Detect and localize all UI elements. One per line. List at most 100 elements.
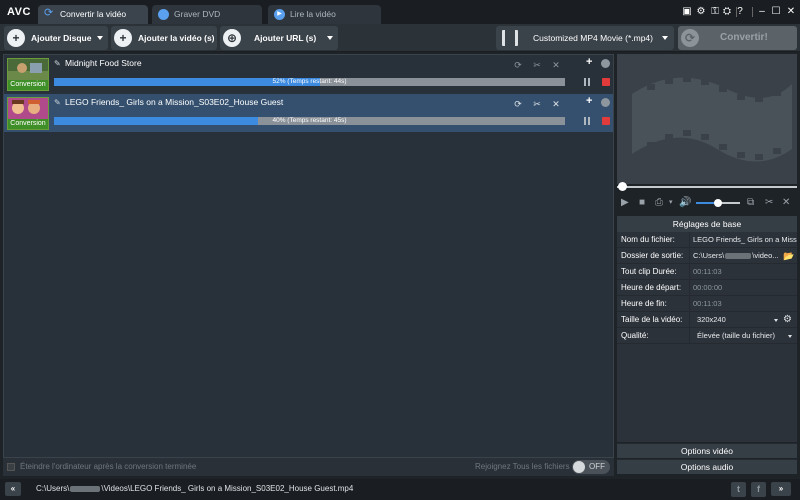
setting-row-output-folder: Dossier de sortie: C:\Users\ \video... 📂 — [617, 248, 797, 264]
film-icon — [502, 30, 518, 46]
setting-key: Tout clip Durée: — [621, 267, 677, 276]
progress-text: 52% (Temps restant: 44s) — [272, 78, 347, 85]
basic-settings-panel: Réglages de base Nom du fichier: LEGO Fr… — [617, 216, 797, 442]
output-format-select[interactable]: Customized MP4 Movie (*.mp4) — [496, 26, 674, 50]
pause-icon[interactable] — [583, 78, 591, 86]
edit-tools-icon[interactable]: ✂ — [532, 60, 542, 70]
facebook-icon[interactable]: f — [751, 482, 766, 497]
title-bar: AVC ⟳ Convertir la vidéo Graver DVD ▶ Li… — [0, 0, 800, 24]
stop-icon[interactable] — [602, 78, 610, 86]
add-icon[interactable]: + — [586, 95, 592, 107]
close-icon[interactable]: ✕ — [784, 4, 798, 20]
refresh-icon[interactable]: ⟳ — [513, 99, 523, 109]
add-disc-button[interactable]: + Ajouter Disque — [4, 26, 108, 50]
stop-icon[interactable] — [602, 117, 610, 125]
register-icon[interactable]: ▣ — [680, 4, 694, 20]
help-icon[interactable]: ? — [733, 4, 747, 20]
expand-right-button[interactable]: » — [771, 482, 791, 496]
twitter-icon[interactable]: t — [731, 482, 746, 497]
play-icon[interactable]: ▶ — [621, 197, 629, 209]
stop-icon[interactable]: ■ — [639, 197, 645, 209]
seek-bar[interactable] — [617, 182, 797, 192]
gear-icon[interactable]: ⚙ — [694, 4, 708, 20]
tab-convert-video[interactable]: ⟳ Convertir la vidéo — [38, 5, 148, 24]
refresh-icon: ⟳ — [44, 7, 54, 19]
output-folder-field[interactable]: C:\Users\ \video... — [693, 248, 797, 264]
add-icon[interactable]: + — [586, 56, 592, 68]
divider — [689, 328, 690, 344]
status-dot-icon[interactable] — [601, 98, 610, 107]
player-controls: ▶ ■ ⎙ ▾ 🔊 ⧉ ✂ ✕ — [617, 194, 797, 212]
effects-icon[interactable]: ✕ — [551, 99, 561, 109]
tab-play-video[interactable]: ▶ Lire la vidéo — [268, 5, 381, 24]
chevron-down-icon[interactable] — [774, 319, 778, 322]
status-dot-icon[interactable] — [601, 59, 610, 68]
setting-row-quality: Qualité: Élevée (taille du fichier) — [617, 328, 797, 344]
scissors-icon[interactable]: ✂ — [765, 197, 773, 209]
divider — [689, 248, 690, 264]
volume-slider[interactable] — [696, 199, 740, 207]
effects-icon[interactable]: ✕ — [782, 197, 790, 209]
disc-add-icon: + — [7, 29, 25, 47]
audio-options-button[interactable]: Options audio — [617, 459, 797, 474]
setting-key: Qualité: — [621, 331, 649, 340]
volume-icon[interactable]: 🔊 — [679, 197, 691, 209]
app-logo: AVC — [7, 6, 31, 18]
toggle-knob — [573, 461, 585, 473]
globe-add-icon: ⊕ — [223, 29, 241, 47]
shutdown-checkbox[interactable] — [7, 463, 15, 471]
convert-button[interactable]: ⟳ Convertir! — [678, 26, 797, 50]
window-controls: ▣ ⚙ ⚿ ⛭ ? – ☐ ✕ — [680, 4, 800, 20]
pause-icon[interactable] — [583, 117, 591, 125]
edit-tools-icon[interactable]: ✂ — [532, 99, 542, 109]
video-options-button[interactable]: Options vidéo — [617, 443, 797, 458]
effects-icon[interactable]: ✕ — [551, 60, 561, 70]
snapshot-icon[interactable]: ⎙ — [655, 197, 663, 209]
collapse-left-button[interactable]: « — [5, 482, 21, 496]
pencil-icon[interactable]: ✎ — [54, 98, 62, 107]
chevron-down-icon[interactable] — [327, 36, 333, 40]
progress-bar: 52% (Temps restant: 44s) — [54, 78, 565, 86]
setting-key: Nom du fichier: — [621, 235, 675, 244]
queue-item[interactable]: Conversion ✎ Midnight Food Store 52% (Te… — [4, 55, 613, 93]
gear-icon[interactable]: ⚙ — [783, 314, 792, 325]
quality-select[interactable]: Élevée (taille du fichier) — [697, 328, 785, 344]
duration-value: 00:11:03 — [693, 267, 722, 276]
setting-key: Heure de départ: — [621, 283, 682, 292]
setting-key: Taille de la vidéo: — [621, 315, 683, 324]
chevron-down-icon[interactable] — [97, 36, 103, 40]
divider — [689, 312, 690, 328]
queue-footer: Éteindre l'ordinateur après la conversio… — [3, 458, 614, 476]
thumbnail-image — [8, 59, 48, 81]
skin-icon[interactable]: ⛭ — [720, 4, 734, 20]
refresh-icon[interactable]: ⟳ — [513, 60, 523, 70]
path-prefix: C:\Users\ — [693, 251, 725, 260]
filename-field[interactable]: LEGO Friends_ Girls on a Mission_S03E02_… — [693, 232, 797, 248]
output-path: C:\Users\ \Videos\LEGO Friends_ Girls on … — [36, 484, 353, 493]
settings-header: Réglages de base — [617, 216, 797, 232]
chevron-down-icon[interactable] — [788, 335, 792, 338]
maximize-icon[interactable]: ☐ — [769, 4, 783, 20]
add-video-button[interactable]: + Ajouter la vidéo (s) — [111, 26, 217, 50]
redacted-username — [725, 253, 752, 260]
queue-item[interactable]: Conversion ✎ LEGO Friends_ Girls on a Mi… — [4, 94, 613, 132]
button-label: Ajouter la vidéo (s) — [138, 33, 215, 43]
volume-knob[interactable] — [714, 199, 722, 207]
divider — [689, 264, 690, 280]
toggle-state: OFF — [589, 462, 605, 471]
divider — [689, 232, 690, 248]
chevron-down-icon[interactable]: ▾ — [669, 197, 673, 209]
start-time-field[interactable]: 00:00:00 — [693, 280, 797, 296]
copy-icon[interactable]: ⧉ — [747, 197, 754, 209]
add-url-button[interactable]: ⊕ Ajouter URL (s) — [220, 26, 338, 50]
setting-key: Heure de fin: — [621, 299, 667, 308]
join-files-toggle[interactable]: OFF — [572, 460, 610, 474]
tab-burn-dvd[interactable]: Graver DVD — [152, 5, 262, 24]
pencil-icon[interactable]: ✎ — [54, 59, 62, 68]
button-label: Ajouter Disque — [31, 33, 92, 43]
seek-knob[interactable] — [618, 182, 627, 191]
end-time-field[interactable]: 00:11:03 — [693, 296, 797, 312]
video-preview — [617, 54, 797, 184]
folder-open-icon[interactable]: 📂 — [783, 251, 794, 262]
minimize-icon[interactable]: – — [755, 4, 769, 20]
